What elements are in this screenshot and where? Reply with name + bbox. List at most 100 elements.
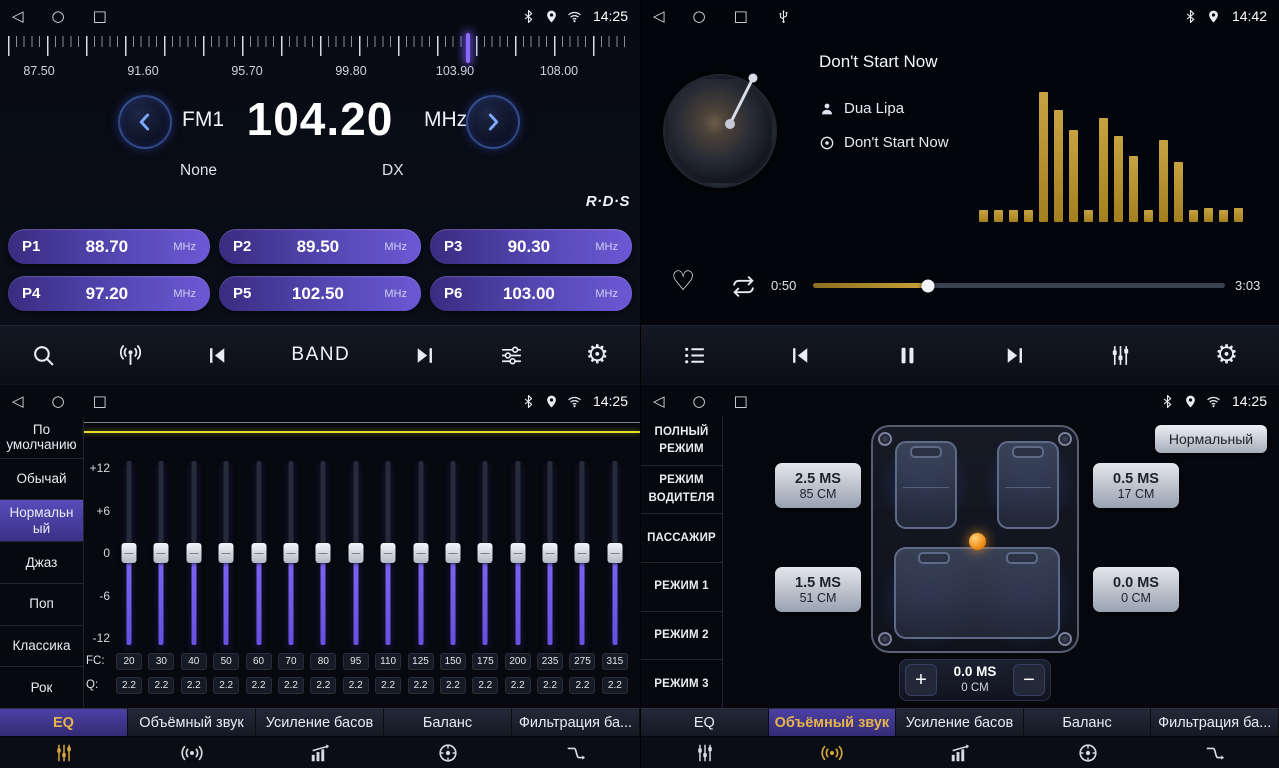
eq-band-slider[interactable] — [408, 461, 434, 645]
eq-fc-cell[interactable]: 40 — [181, 653, 207, 670]
next-track-icon[interactable] — [1002, 343, 1027, 368]
eq-q-cell[interactable]: 2.2 — [375, 677, 401, 694]
eq-slider-handle[interactable] — [251, 543, 266, 563]
eq-slider-handle[interactable] — [186, 543, 201, 563]
recents-icon[interactable]: □ — [734, 394, 748, 409]
eq-q-cell[interactable]: 2.2 — [537, 677, 563, 694]
playlist-queue-icon[interactable] — [682, 343, 707, 368]
eq-band-slider[interactable] — [505, 461, 531, 645]
eq-preset-classic[interactable]: Классика — [0, 626, 83, 668]
progress-bar[interactable] — [813, 283, 1225, 288]
home-icon[interactable]: ○ — [693, 9, 706, 24]
eq-q-cell[interactable]: 2.2 — [343, 677, 369, 694]
back-icon[interactable]: ◁ — [653, 394, 665, 409]
eq-q-cell[interactable]: 2.2 — [440, 677, 466, 694]
tab-bass-boost[interactable]: Усиление басов — [256, 708, 384, 736]
tab-surround[interactable]: Объёмный звук — [769, 708, 897, 736]
delay-increase-button[interactable]: + — [905, 664, 937, 696]
eq-band-slider[interactable] — [343, 461, 369, 645]
tab-balance-icon[interactable] — [1024, 737, 1152, 768]
tuning-indicator[interactable] — [466, 33, 470, 63]
progress-knob[interactable] — [922, 279, 935, 292]
radio-preset-p5[interactable]: P5 102.50 MHz — [219, 276, 421, 311]
eq-band-slider[interactable] — [569, 461, 595, 645]
eq-preset-pop[interactable]: Поп — [0, 584, 83, 626]
tab-eq[interactable]: EQ — [641, 708, 769, 736]
eq-q-cell[interactable]: 2.2 — [116, 677, 142, 694]
tab-eq-icon[interactable] — [0, 737, 128, 768]
eq-band-slider[interactable] — [213, 461, 239, 645]
back-icon[interactable]: ◁ — [12, 394, 24, 409]
mode-driver[interactable]: РЕЖИМ ВОДИТЕЛЯ — [641, 466, 722, 515]
eq-slider-handle[interactable] — [543, 543, 558, 563]
home-icon[interactable]: ○ — [52, 9, 65, 24]
tab-bass-boost[interactable]: Усиление басов — [896, 708, 1024, 736]
eq-preset-custom[interactable]: Обычай — [0, 459, 83, 501]
eq-band-slider[interactable] — [602, 461, 628, 645]
eq-q-cell[interactable]: 2.2 — [408, 677, 434, 694]
eq-mixer-icon[interactable] — [1108, 343, 1133, 368]
tab-surround-icon[interactable] — [128, 737, 256, 768]
eq-slider-handle[interactable] — [122, 543, 137, 563]
tab-eq[interactable]: EQ — [0, 708, 128, 736]
delay-front-left-button[interactable]: 2.5 MS 85 CM — [775, 463, 861, 508]
tune-sliders-icon[interactable] — [499, 343, 524, 368]
eq-fc-cell[interactable]: 110 — [375, 653, 401, 670]
delay-decrease-button[interactable]: − — [1013, 664, 1045, 696]
mode-2[interactable]: РЕЖИМ 2 — [641, 612, 722, 661]
eq-slider-handle[interactable] — [413, 543, 428, 563]
eq-fc-cell[interactable]: 80 — [310, 653, 336, 670]
listening-position-marker[interactable] — [969, 533, 986, 550]
frequency-ruler[interactable] — [8, 36, 630, 62]
eq-preset-normal[interactable]: Нормальный — [0, 500, 83, 542]
eq-preset-rock[interactable]: Рок — [0, 667, 83, 709]
tab-balance-icon[interactable] — [384, 737, 512, 768]
eq-slider-handle[interactable] — [154, 543, 169, 563]
band-button[interactable]: BAND — [291, 344, 350, 366]
tab-surround-icon[interactable] — [769, 737, 897, 768]
eq-q-cell[interactable]: 2.2 — [181, 677, 207, 694]
eq-q-cell[interactable]: 2.2 — [505, 677, 531, 694]
eq-band-slider[interactable] — [246, 461, 272, 645]
radio-preset-p6[interactable]: P6 103.00 MHz — [430, 276, 632, 311]
mode-1[interactable]: РЕЖИМ 1 — [641, 563, 722, 612]
eq-band-slider[interactable] — [537, 461, 563, 645]
eq-fc-cell[interactable]: 20 — [116, 653, 142, 670]
mode-full[interactable]: ПОЛНЫЙ РЕЖИМ — [641, 417, 722, 466]
eq-q-cell[interactable]: 2.2 — [602, 677, 628, 694]
search-icon[interactable] — [31, 343, 56, 368]
home-icon[interactable]: ○ — [693, 394, 706, 409]
delay-rear-left-button[interactable]: 1.5 MS 51 CM — [775, 567, 861, 612]
eq-band-slider[interactable] — [310, 461, 336, 645]
eq-q-cell[interactable]: 2.2 — [472, 677, 498, 694]
eq-band-slider[interactable] — [472, 461, 498, 645]
mode-3[interactable]: РЕЖИМ 3 — [641, 660, 722, 709]
eq-fc-cell[interactable]: 50 — [213, 653, 239, 670]
eq-q-cell[interactable]: 2.2 — [213, 677, 239, 694]
eq-slider-handle[interactable] — [607, 543, 622, 563]
previous-track-icon[interactable] — [788, 343, 813, 368]
gear-icon[interactable]: ⚙ — [1215, 342, 1238, 368]
tune-down-button[interactable] — [118, 95, 172, 149]
eq-band-slider[interactable] — [116, 461, 142, 645]
eq-fc-cell[interactable]: 60 — [246, 653, 272, 670]
favorite-heart-icon[interactable]: ♡ — [671, 268, 695, 295]
eq-fc-cell[interactable]: 175 — [472, 653, 498, 670]
radio-preset-p2[interactable]: P2 89.50 MHz — [219, 229, 421, 264]
tab-balance[interactable]: Баланс — [1024, 708, 1152, 736]
eq-slider-handle[interactable] — [348, 543, 363, 563]
tab-filter[interactable]: Фильтрация ба... — [512, 708, 640, 736]
eq-slider-handle[interactable] — [510, 543, 525, 563]
eq-fc-cell[interactable]: 200 — [505, 653, 531, 670]
eq-fc-cell[interactable]: 150 — [440, 653, 466, 670]
eq-slider-handle[interactable] — [575, 543, 590, 563]
tab-balance[interactable]: Баланс — [384, 708, 512, 736]
mode-passenger[interactable]: ПАССАЖИР — [641, 514, 722, 563]
home-icon[interactable]: ○ — [52, 394, 65, 409]
tune-up-button[interactable] — [466, 95, 520, 149]
eq-band-slider[interactable] — [181, 461, 207, 645]
recents-icon[interactable]: □ — [734, 9, 748, 24]
repeat-icon[interactable] — [731, 274, 756, 299]
eq-slider-handle[interactable] — [381, 543, 396, 563]
soundfield-preset-button[interactable]: Нормальный — [1155, 425, 1267, 453]
